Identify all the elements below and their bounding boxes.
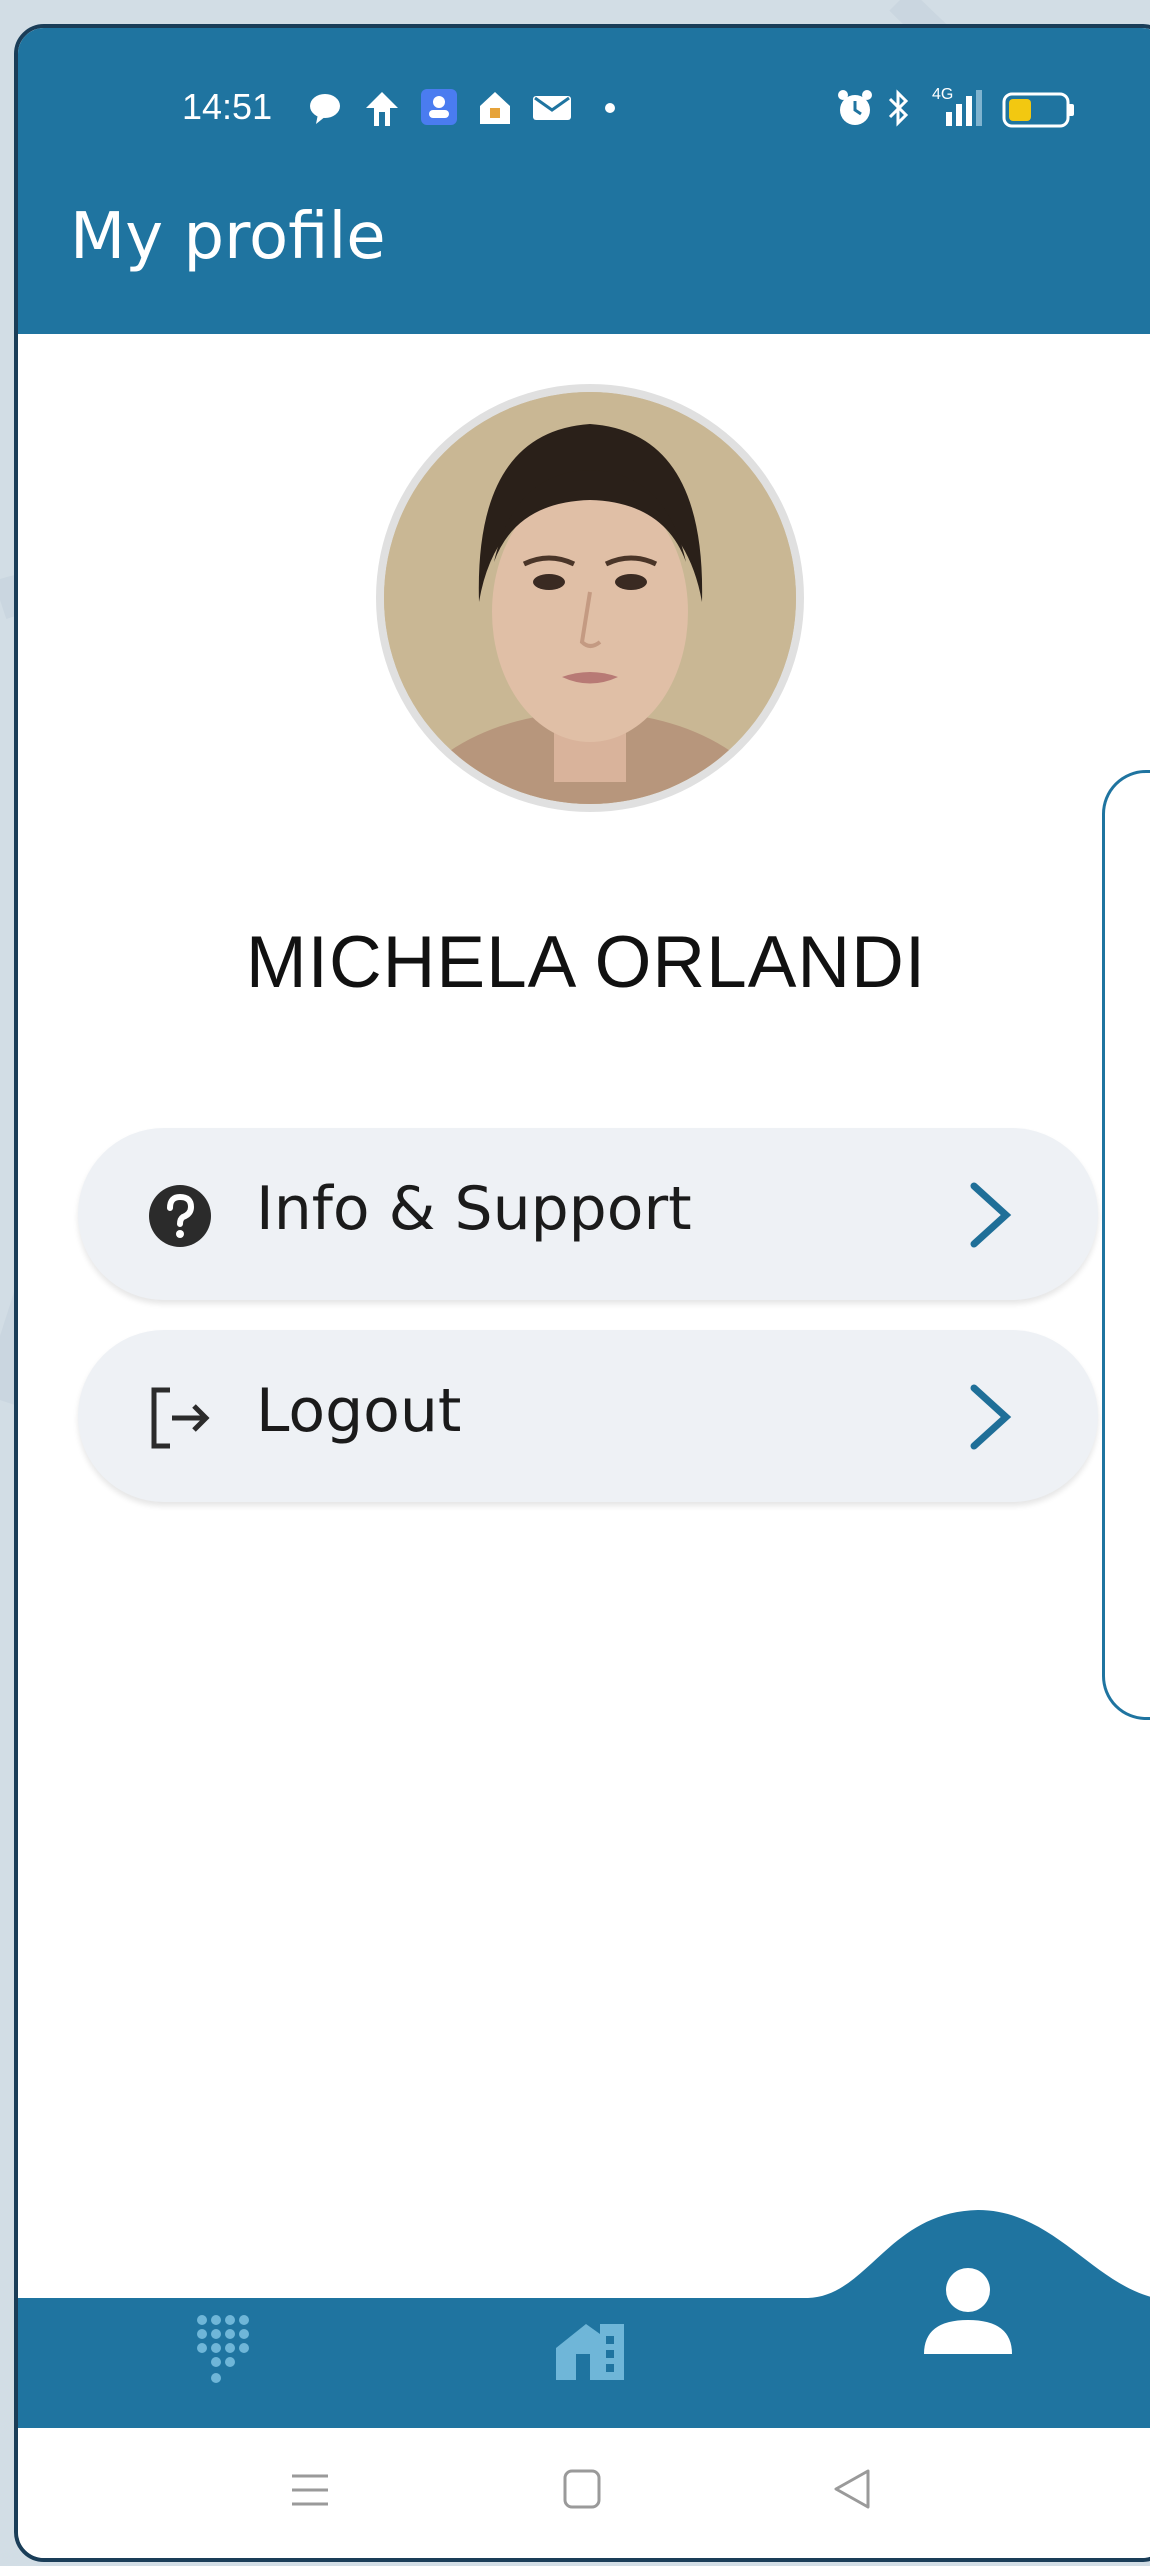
signal-4g: 4G <box>924 86 994 130</box>
menu-icon[interactable] <box>290 2470 330 2510</box>
page-title: My profile <box>70 200 386 274</box>
bluetooth-icon <box>888 89 909 127</box>
app-bar: 14:51 4G My profile <box>18 28 1150 334</box>
help-circle-icon <box>149 1185 211 1247</box>
side-drawer-edge[interactable] <box>1102 770 1150 1720</box>
house-app-icon <box>480 92 510 124</box>
chevron-right-icon <box>970 1182 1012 1248</box>
dialpad-icon[interactable] <box>194 2312 254 2386</box>
person-icon[interactable] <box>922 2266 1014 2356</box>
home-square-icon[interactable] <box>562 2468 602 2510</box>
chevron-right-icon <box>970 1384 1012 1450</box>
avatar-portrait <box>384 392 796 804</box>
logout-icon <box>151 1387 210 1449</box>
home-icon[interactable] <box>552 2320 628 2382</box>
chat-bubble-icon <box>310 94 340 124</box>
back-triangle-icon[interactable] <box>832 2468 872 2510</box>
avatar[interactable] <box>384 392 796 804</box>
menu-item-label: Info & Support <box>256 1174 692 1244</box>
signal-bars-icon <box>946 90 982 126</box>
status-time: 14:51 <box>182 86 273 127</box>
battery-icon <box>1002 92 1074 128</box>
home-arrow-icon <box>366 92 398 126</box>
profile-name: MICHELA ORLANDI <box>245 922 927 1003</box>
menu-item-info-support[interactable]: Info & Support <box>78 1128 1098 1300</box>
alarm-icon <box>838 90 872 125</box>
contact-app-icon <box>421 89 457 125</box>
outlook-icon <box>533 96 571 120</box>
menu-item-logout[interactable]: Logout <box>78 1330 1098 1502</box>
dot-icon <box>605 103 615 113</box>
status-bar: 14:51 4G <box>18 86 1150 136</box>
phone-screen: 14:51 4G My profile MICHELA ORLANDI Info… <box>14 24 1150 2562</box>
system-nav-bar <box>18 2428 1150 2558</box>
menu-item-label: Logout <box>256 1376 462 1446</box>
